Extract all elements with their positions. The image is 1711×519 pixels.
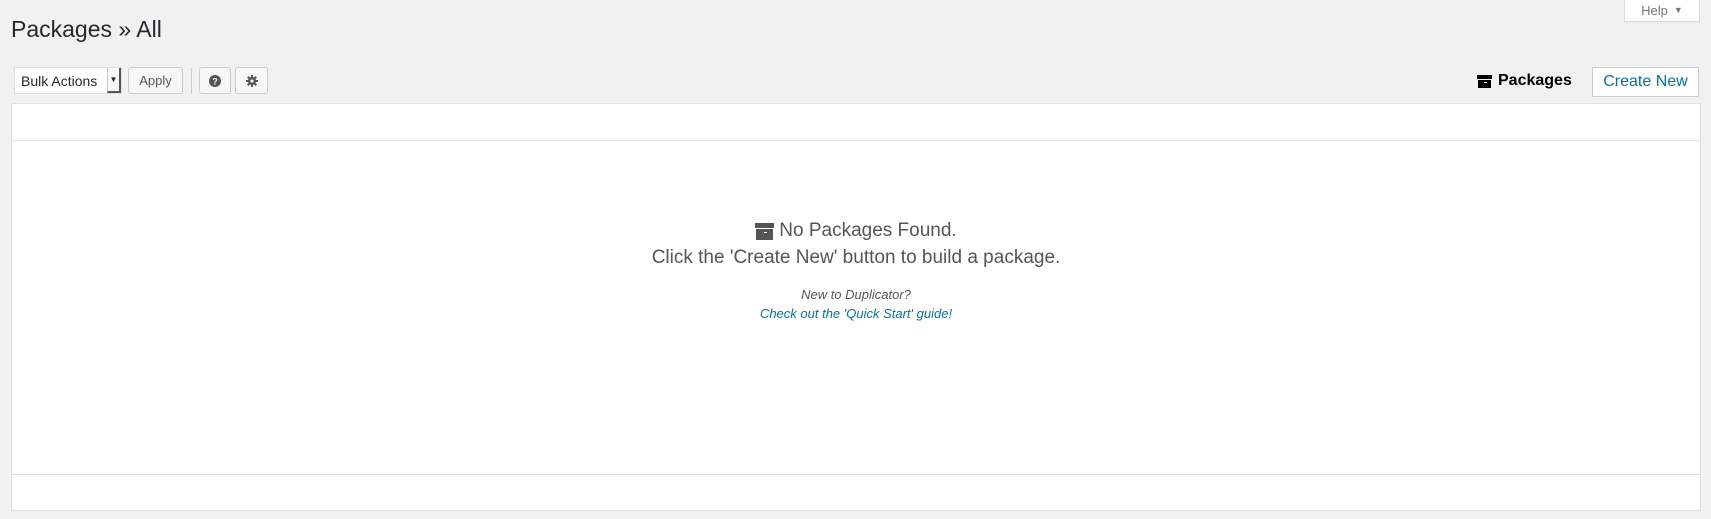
question-circle-icon: ?	[209, 74, 221, 87]
help-label: Help	[1641, 2, 1668, 18]
apply-button[interactable]: Apply	[128, 67, 183, 94]
packages-label: Packages	[1498, 72, 1572, 89]
quick-start-link[interactable]: Check out the 'Quick Start' guide!	[760, 306, 952, 321]
bulk-actions-select[interactable]: Bulk Actions ▼	[14, 67, 122, 94]
caret-down-icon: ▼	[1673, 5, 1683, 15]
empty-title: No Packages Found.	[779, 220, 957, 241]
page-title: Packages » All	[11, 16, 162, 42]
settings-button[interactable]	[235, 67, 268, 94]
table-footer	[12, 474, 1700, 510]
table-header	[12, 104, 1700, 141]
empty-subtitle: Click the 'Create New' button to build a…	[651, 247, 1061, 268]
new-to-duplicator: New to Duplicator?	[801, 287, 911, 302]
packages-table: No Packages Found. Click the 'Create New…	[11, 103, 1701, 511]
packages-heading: Packages	[1477, 72, 1572, 90]
svg-text:?: ?	[212, 76, 218, 86]
bulk-actions-value: Bulk Actions	[21, 72, 98, 89]
create-new-button[interactable]: Create New	[1592, 67, 1699, 97]
archive-icon	[755, 222, 775, 240]
chevron-down-icon: ▼	[107, 68, 121, 93]
help-button[interactable]: Help ▼	[1624, 0, 1700, 22]
toolbar-divider	[191, 68, 192, 94]
archive-icon	[1477, 74, 1492, 88]
empty-state: No Packages Found. Click the 'Create New…	[12, 220, 1700, 321]
help-toolbar-button[interactable]: ?	[199, 67, 231, 94]
gear-icon	[245, 74, 258, 87]
